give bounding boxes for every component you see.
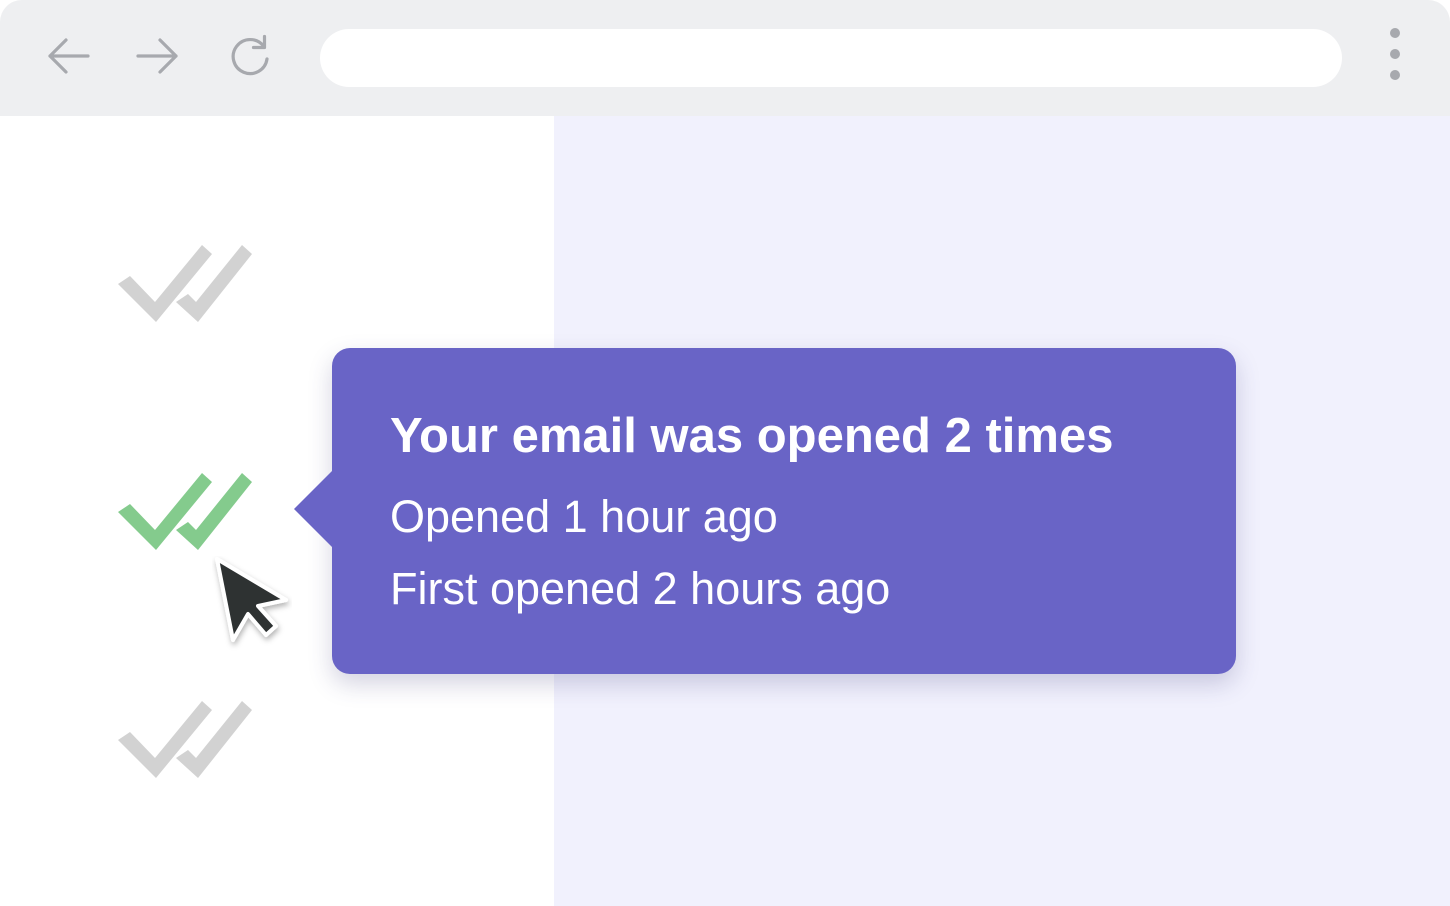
tooltip-arrow: [294, 469, 334, 549]
vertical-dots-menu-icon: [1390, 28, 1400, 38]
menu-dot: [1390, 49, 1400, 59]
tooltip-last-opened: Opened 1 hour ago: [390, 491, 778, 542]
browser-toolbar: [0, 0, 1450, 116]
reload-icon: [231, 34, 269, 76]
double-check-icon: [118, 245, 252, 322]
arrow-right-icon: [136, 38, 178, 74]
menu-dot: [1390, 70, 1400, 80]
double-check-icon: [118, 473, 252, 550]
double-check-icon: [118, 701, 252, 778]
browser-window: Your email was opened 2 times Opened 1 h…: [0, 0, 1450, 906]
email-status-unopened-1[interactable]: [114, 240, 254, 324]
arrow-left-icon: [48, 38, 90, 74]
address-bar[interactable]: [320, 29, 1342, 87]
browser-menu-button[interactable]: [1378, 28, 1412, 88]
email-status-opened[interactable]: [114, 468, 254, 552]
forward-button[interactable]: [132, 30, 184, 82]
tooltip-first-opened: First opened 2 hours ago: [390, 563, 891, 614]
reload-button[interactable]: [224, 30, 276, 82]
email-status-unopened-2[interactable]: [114, 696, 254, 780]
tooltip-title: Your email was opened 2 times: [390, 409, 1114, 463]
open-tracking-tooltip: Your email was opened 2 times Opened 1 h…: [294, 348, 1236, 674]
mouse-pointer-icon: [215, 557, 288, 642]
back-button[interactable]: [42, 30, 94, 82]
